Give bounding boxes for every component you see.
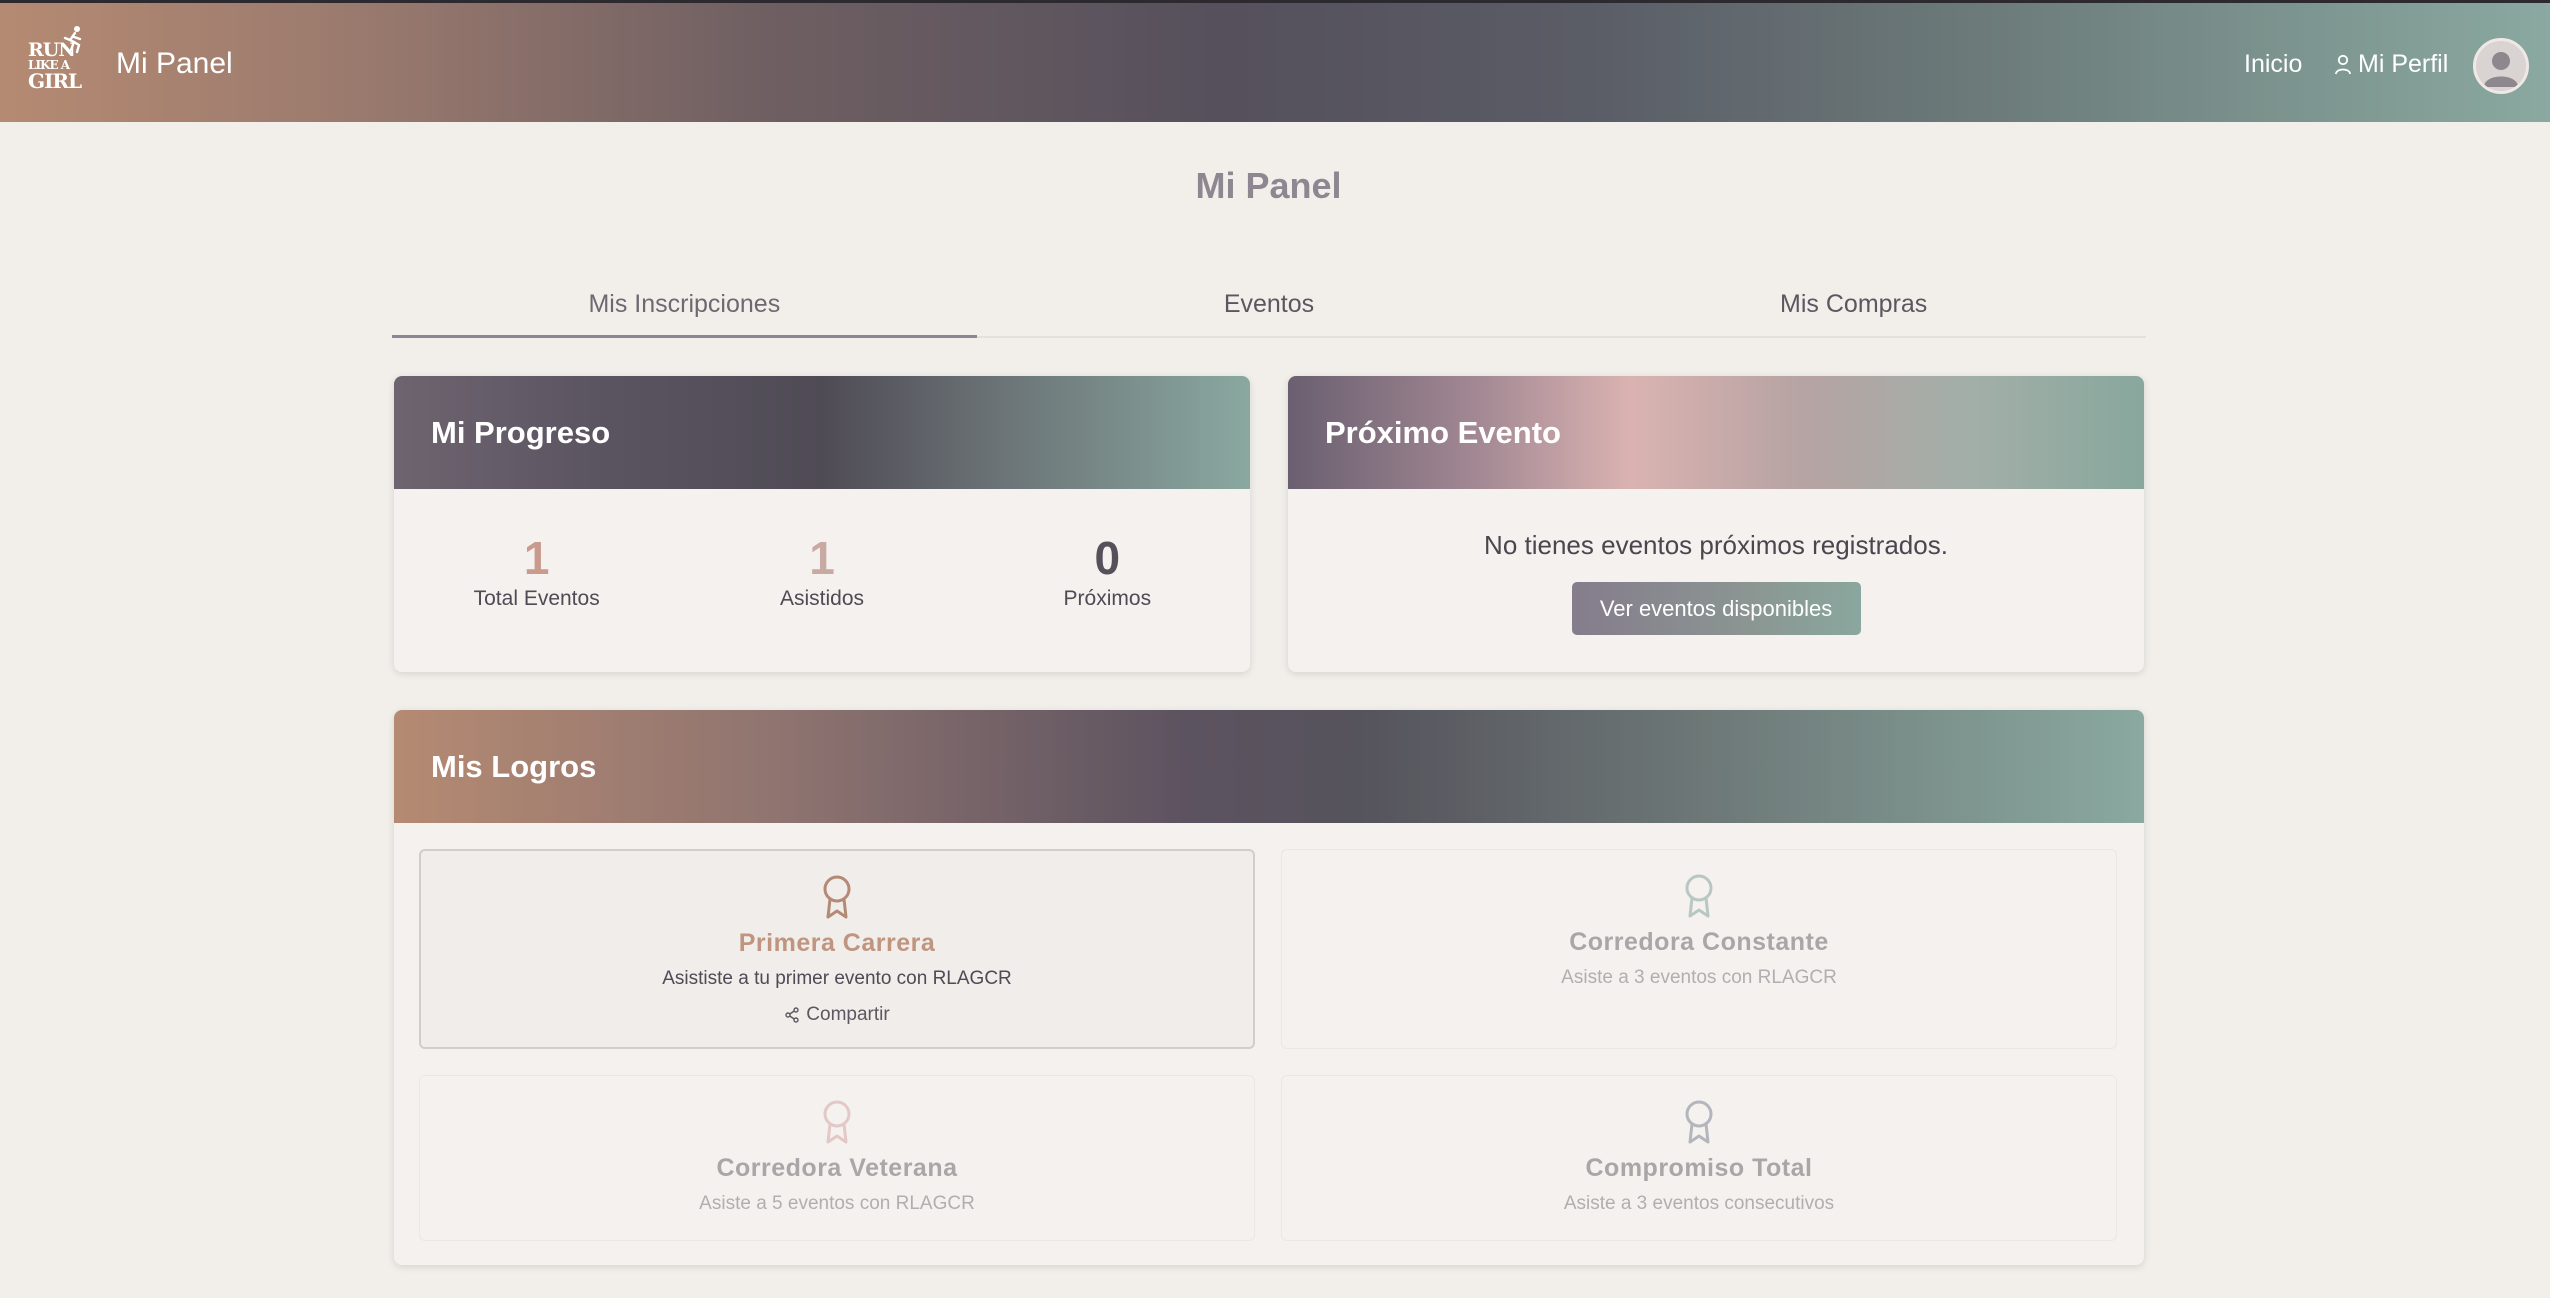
stat-upcoming: 0 Próximos: [965, 533, 1250, 611]
award-icon: [420, 1098, 1254, 1146]
tab-mis-inscripciones[interactable]: Mis Inscripciones: [392, 278, 977, 338]
avatar[interactable]: [2473, 38, 2529, 94]
stat-label: Asistidos: [779, 587, 864, 610]
progress-card-title: Mi Progreso: [394, 376, 1250, 489]
achievement-compromiso-total[interactable]: Compromiso Total Asiste a 3 eventos cons…: [1281, 1075, 2117, 1241]
achievements-card: Mis Logros Primera Carrera Asististe a t…: [394, 710, 2144, 1265]
achievement-corredora-veterana[interactable]: Corredora Veterana Asiste a 5 eventos co…: [419, 1075, 1255, 1241]
user-icon: [2335, 54, 2351, 74]
share-label: Compartir: [806, 1004, 890, 1025]
award-icon: [1282, 872, 2116, 920]
achievement-corredora-constante[interactable]: Corredora Constante Asiste a 3 eventos c…: [1281, 849, 2117, 1049]
next-event-message: No tienes eventos próximos registrados.: [1484, 530, 1948, 560]
nav-link-mi-perfil-label: Mi Perfil: [2358, 50, 2449, 78]
top-navbar: RUN LIKE A GIRL Mi Panel Inicio Mi Perfi…: [0, 0, 2550, 122]
achievement-description: Asiste a 3 eventos con RLAGCR: [1561, 967, 1837, 988]
stat-label: Total Eventos: [473, 587, 600, 610]
page-title: Mi Panel: [1195, 165, 1342, 206]
stat-value: 0: [1094, 532, 1121, 584]
next-event-card-title: Próximo Evento: [1288, 376, 2144, 489]
progress-card: Mi Progreso 1 Total Eventos 1 Asistidos …: [394, 376, 1250, 672]
award-icon: [421, 873, 1253, 921]
share-icon: [785, 1007, 799, 1023]
achievement-title: Corredora Veterana: [716, 1154, 958, 1182]
nav-link-inicio[interactable]: Inicio: [2244, 50, 2302, 79]
stat-value: 1: [523, 532, 550, 584]
brand-logo[interactable]: RUN LIKE A GIRL: [26, 25, 88, 91]
brand-title[interactable]: Mi Panel: [116, 47, 233, 81]
achievements-card-title: Mis Logros: [394, 710, 2144, 823]
logo-text-girl: GIRL: [28, 69, 82, 93]
achievement-description: Asiste a 3 eventos consecutivos: [1563, 1193, 1835, 1214]
achievement-primera-carrera[interactable]: Primera Carrera Asististe a tu primer ev…: [419, 849, 1255, 1049]
share-button[interactable]: Compartir: [784, 1004, 890, 1026]
award-icon: [1282, 1098, 2116, 1146]
avatar-icon: [2484, 52, 2518, 87]
achievement-description: Asististe a tu primer evento con RLAGCR: [662, 968, 1012, 989]
achievement-title: Primera Carrera: [738, 929, 936, 957]
achievement-title: Corredora Constante: [1569, 928, 1829, 956]
stat-total-events: 1 Total Eventos: [394, 533, 679, 611]
achievement-description: Asiste a 5 eventos con RLAGCR: [699, 1193, 975, 1214]
stat-value: 1: [809, 532, 835, 584]
view-available-events-button[interactable]: Ver eventos disponibles: [1571, 582, 1861, 635]
next-event-card: Próximo Evento No tienes eventos próximo…: [1288, 376, 2144, 672]
tab-bar: Mis Inscripciones Eventos Mis Compras: [392, 278, 2146, 338]
achievement-title: Compromiso Total: [1585, 1154, 1813, 1182]
nav-link-mi-perfil[interactable]: Mi Perfil: [2334, 50, 2448, 79]
tab-eventos[interactable]: Eventos: [977, 278, 1562, 336]
stat-label: Próximos: [1063, 587, 1152, 610]
progress-stats: 1 Total Eventos 1 Asistidos 0 Próximos: [394, 489, 1250, 611]
stat-attended: 1 Asistidos: [679, 533, 964, 611]
tab-mis-compras[interactable]: Mis Compras: [1561, 278, 2146, 336]
